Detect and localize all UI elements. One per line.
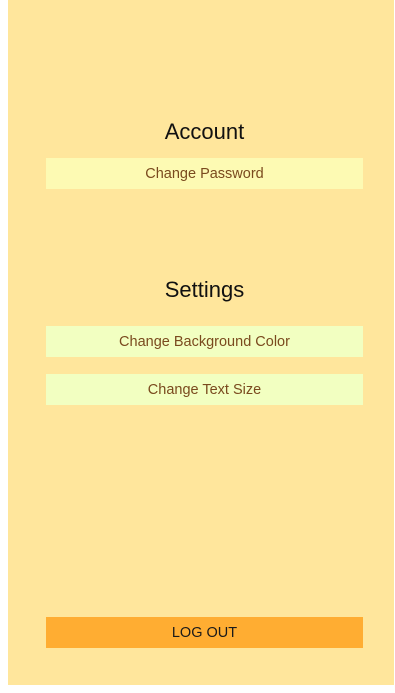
settings-screen: Account Change Password Settings Change … xyxy=(8,0,394,685)
settings-heading: Settings xyxy=(164,277,245,302)
logout-button[interactable]: LOG OUT xyxy=(46,617,363,648)
change-password-button[interactable]: Change Password xyxy=(46,158,363,189)
account-heading: Account xyxy=(164,119,245,144)
change-background-color-button[interactable]: Change Background Color xyxy=(46,326,363,357)
change-text-size-button[interactable]: Change Text Size xyxy=(46,374,363,405)
